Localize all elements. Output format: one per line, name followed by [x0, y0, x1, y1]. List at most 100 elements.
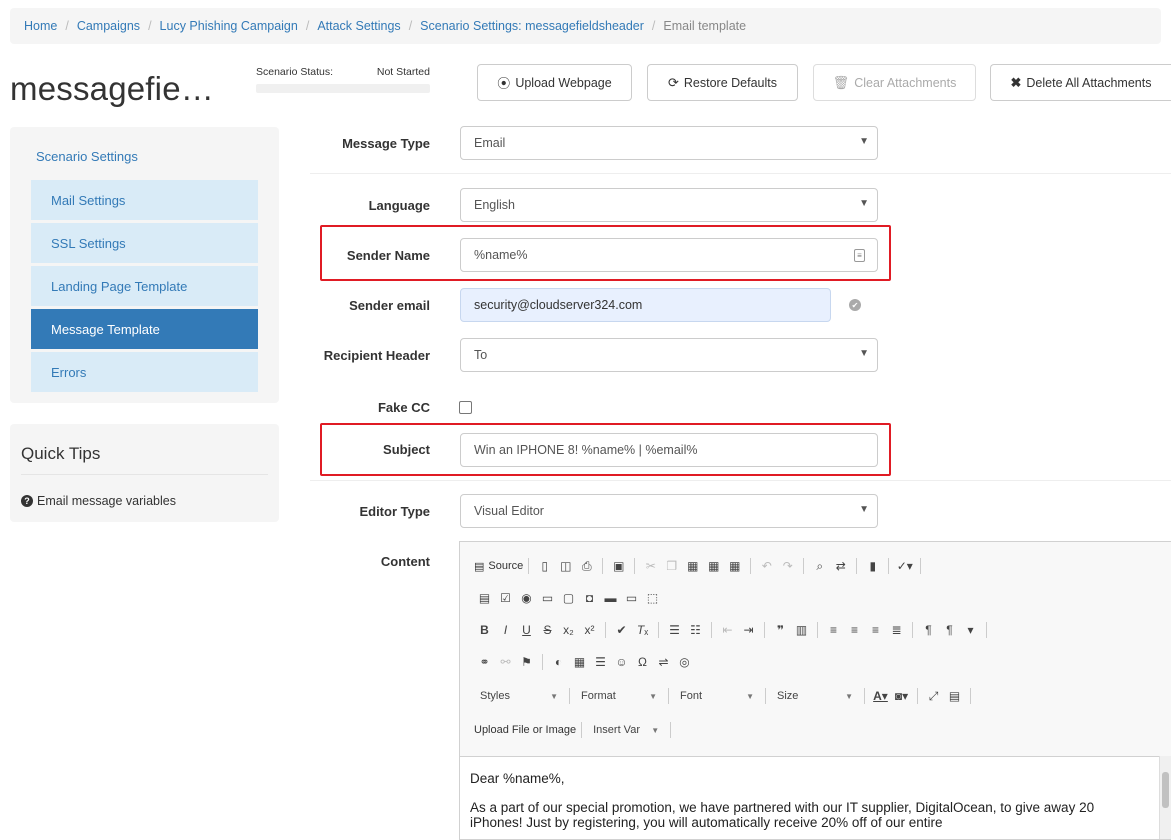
- find-icon[interactable]: ⌕: [809, 556, 830, 576]
- editor-scrollbar[interactable]: [1159, 756, 1171, 839]
- undo-icon[interactable]: ↶: [756, 556, 777, 576]
- editor-type-select[interactable]: Visual Editor ▼: [460, 494, 878, 528]
- replace-icon[interactable]: ⇄: [830, 556, 851, 576]
- bold-icon[interactable]: B: [474, 620, 495, 640]
- indent-icon[interactable]: ⇥: [738, 620, 759, 640]
- paste-text-icon[interactable]: ▦: [703, 556, 724, 576]
- unlink-icon[interactable]: ⚯: [495, 652, 516, 672]
- chevron-down-icon: ▼: [845, 691, 853, 701]
- smiley-icon[interactable]: ☺: [611, 652, 632, 672]
- preview-icon[interactable]: ◫: [555, 556, 576, 576]
- language-icon[interactable]: ▾: [960, 620, 981, 640]
- rtl-icon[interactable]: ¶: [939, 620, 960, 640]
- language-select[interactable]: English ▼: [460, 188, 878, 222]
- styles-dropdown[interactable]: Styles ▼: [474, 690, 564, 702]
- italic-icon[interactable]: I: [495, 620, 516, 640]
- hidden-field-icon[interactable]: ⬚: [642, 588, 663, 608]
- email-variables-link[interactable]: ? Email message variables: [21, 494, 176, 508]
- subscript-icon[interactable]: x₂: [558, 620, 579, 640]
- editor-content-area[interactable]: Dear %name%, As a part of our special pr…: [460, 756, 1160, 839]
- delete-all-attachments-button[interactable]: ✖ Delete All Attachments: [990, 64, 1171, 101]
- sidebar-item-message-template[interactable]: Message Template: [31, 309, 258, 349]
- editor-type-label: Editor Type: [359, 504, 430, 519]
- bulleted-list-icon[interactable]: ☷: [685, 620, 706, 640]
- breadcrumb-campaigns[interactable]: Campaigns: [77, 19, 140, 33]
- special-char-icon[interactable]: Ω: [632, 652, 653, 672]
- format-dropdown[interactable]: Format ▼: [575, 690, 663, 702]
- align-right-icon[interactable]: ≡: [865, 620, 886, 640]
- textarea-icon[interactable]: ▢: [558, 588, 579, 608]
- upload-webpage-button[interactable]: ⦿ Upload Webpage: [477, 64, 632, 101]
- ltr-icon[interactable]: ¶: [918, 620, 939, 640]
- upload-file-or-image-button[interactable]: Upload File or Image: [474, 724, 576, 736]
- image-icon[interactable]: ◐: [548, 652, 569, 672]
- justify-icon[interactable]: ≣: [886, 620, 907, 640]
- numbered-list-icon[interactable]: ☰: [664, 620, 685, 640]
- source-button[interactable]: ▤ Source: [474, 560, 523, 573]
- radio-icon[interactable]: ◉: [516, 588, 537, 608]
- iframe-icon[interactable]: ◎: [674, 652, 695, 672]
- message-type-select[interactable]: Email ▼: [460, 126, 878, 160]
- scrollbar-thumb[interactable]: [1162, 772, 1169, 808]
- link-icon[interactable]: ⚭: [474, 652, 495, 672]
- redo-icon[interactable]: ↷: [777, 556, 798, 576]
- breadcrumb-home[interactable]: Home: [24, 19, 57, 33]
- spellcheck-icon[interactable]: ✓▾: [894, 556, 915, 576]
- blockquote-icon[interactable]: ❞: [770, 620, 791, 640]
- breadcrumb-scenario-settings[interactable]: Scenario Settings: messagefieldsheader: [420, 19, 644, 33]
- new-page-icon[interactable]: ▯: [534, 556, 555, 576]
- strikethrough-icon[interactable]: S: [537, 620, 558, 640]
- sidebar-item-landing-page-template[interactable]: Landing Page Template: [31, 266, 258, 306]
- button-icon[interactable]: ▬: [600, 588, 621, 608]
- templates-icon[interactable]: ▣: [608, 556, 629, 576]
- sender-name-input[interactable]: %name% ≡: [460, 238, 878, 272]
- sidebar-heading[interactable]: Scenario Settings: [36, 149, 138, 164]
- text-field-icon[interactable]: ▭: [537, 588, 558, 608]
- print-icon[interactable]: ⎙: [576, 556, 597, 576]
- recipient-header-select[interactable]: To ▼: [460, 338, 878, 372]
- sender-email-input[interactable]: security@cloudserver324.com: [460, 288, 831, 322]
- table-icon[interactable]: ▦: [569, 652, 590, 672]
- sidebar-item-errors[interactable]: Errors: [31, 352, 258, 392]
- sidebar-item-mail-settings[interactable]: Mail Settings: [31, 180, 258, 220]
- field-menu-icon[interactable]: ≡: [854, 249, 865, 262]
- restore-defaults-button[interactable]: ⟳ Restore Defaults: [647, 64, 798, 101]
- chevron-down-icon: ▼: [649, 691, 657, 701]
- div-container-icon[interactable]: ▥: [791, 620, 812, 640]
- show-blocks-icon[interactable]: ▤: [944, 686, 965, 706]
- background-color-icon[interactable]: ◙▾: [891, 686, 912, 706]
- anchor-flag-icon[interactable]: ⚑: [516, 652, 537, 672]
- editor-toolbar-row: B I U S x₂ x² ✔ Tₓ ☰ ☷ ⇤ ⇥ ❞ ▥ ≡ ≡ ≡ ≣ ¶…: [474, 620, 992, 640]
- page-break-icon[interactable]: ⇌: [653, 652, 674, 672]
- insert-var-dropdown[interactable]: Insert Var ▼: [587, 724, 665, 736]
- breadcrumb-campaign[interactable]: Lucy Phishing Campaign: [160, 19, 298, 33]
- horizontal-line-icon[interactable]: ☰: [590, 652, 611, 672]
- align-center-icon[interactable]: ≡: [844, 620, 865, 640]
- quick-tips-panel: Quick Tips ? Email message variables: [10, 424, 279, 522]
- size-dropdown[interactable]: Size ▼: [771, 690, 859, 702]
- breadcrumb-separator: /: [651, 19, 656, 33]
- fake-cc-checkbox[interactable]: [459, 401, 472, 414]
- form-icon[interactable]: ▤: [474, 588, 495, 608]
- cut-icon[interactable]: ✂: [640, 556, 661, 576]
- select-field-icon[interactable]: ◘: [579, 588, 600, 608]
- copy-format-icon[interactable]: ✔: [611, 620, 632, 640]
- breadcrumb-attack-settings[interactable]: Attack Settings: [317, 19, 400, 33]
- copy-icon[interactable]: ❐: [661, 556, 682, 576]
- underline-icon[interactable]: U: [516, 620, 537, 640]
- remove-format-icon[interactable]: Tₓ: [632, 620, 653, 640]
- paste-icon[interactable]: ▦: [682, 556, 703, 576]
- image-button-icon[interactable]: ▭: [621, 588, 642, 608]
- subject-input[interactable]: Win an IPHONE 8! %name% | %email%: [460, 433, 878, 467]
- sidebar-item-ssl-settings[interactable]: SSL Settings: [31, 223, 258, 263]
- font-dropdown[interactable]: Font ▼: [674, 690, 760, 702]
- text-color-icon[interactable]: A▾: [870, 686, 891, 706]
- select-all-icon[interactable]: ▮: [862, 556, 883, 576]
- maximize-icon[interactable]: ⤢: [923, 686, 944, 706]
- paste-word-icon[interactable]: ▦: [724, 556, 745, 576]
- superscript-icon[interactable]: x²: [579, 620, 600, 640]
- checkbox-icon[interactable]: ☑: [495, 588, 516, 608]
- align-left-icon[interactable]: ≡: [823, 620, 844, 640]
- clear-attachments-button[interactable]: 🗑 Clear Attachments: [813, 64, 976, 101]
- outdent-icon[interactable]: ⇤: [717, 620, 738, 640]
